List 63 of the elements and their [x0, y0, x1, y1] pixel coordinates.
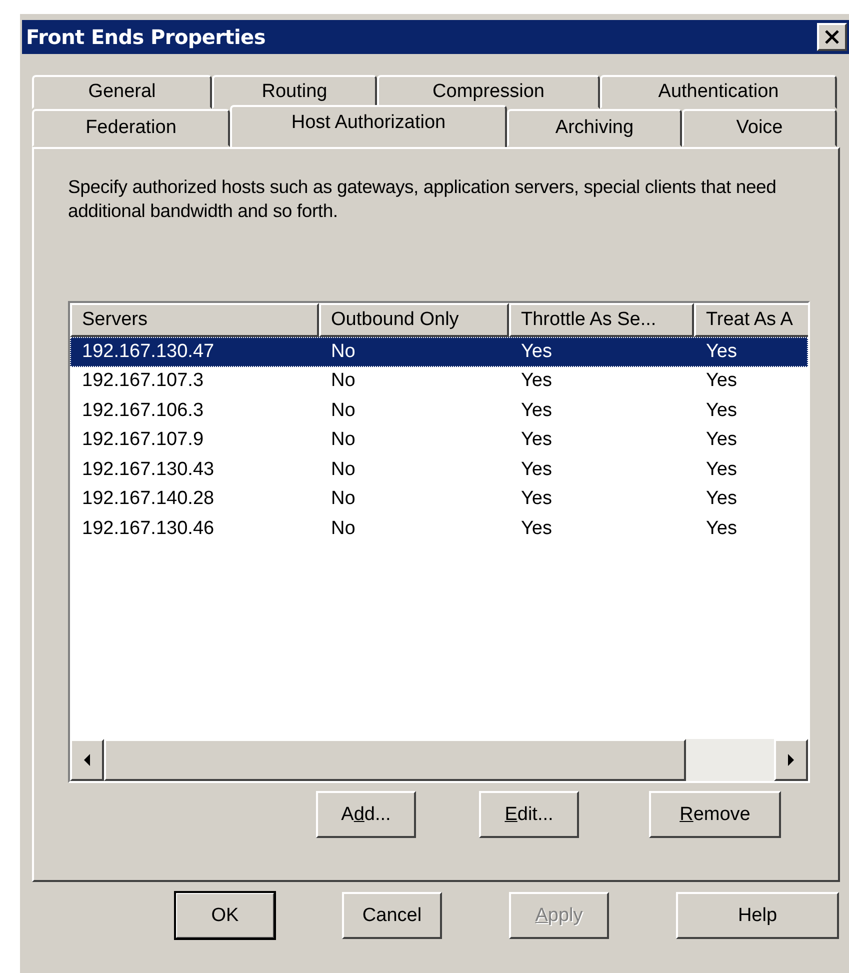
- table-cell-text: Yes: [705, 518, 738, 540]
- table-cell-text: Yes: [520, 340, 553, 363]
- table-cell-text: 192.167.140.28: [81, 488, 216, 510]
- table-row[interactable]: 192.167.107.9 No Yes Yes: [70, 426, 808, 455]
- dialog-button[interactable]: Cancel: [342, 892, 442, 939]
- table-cell-text: Yes: [520, 458, 553, 481]
- dialog-button[interactable]: Help: [676, 892, 839, 939]
- table-cell-text: No: [330, 488, 356, 510]
- table-cell-text: 192.167.107.9: [81, 429, 205, 452]
- window-title: Front Ends Properties: [26, 25, 266, 49]
- table-cell-text: Yes: [705, 370, 738, 392]
- table-cell-text: Yes: [705, 400, 738, 422]
- table-cell-text: No: [330, 340, 356, 363]
- table-cell-text: Yes: [520, 370, 553, 392]
- action-button[interactable]: Add...: [316, 791, 416, 838]
- table-cell-text: No: [330, 518, 356, 540]
- close-button[interactable]: [817, 23, 847, 51]
- column-header[interactable]: Treat As A: [694, 303, 808, 337]
- table-cell-text: Yes: [705, 429, 738, 452]
- table-row[interactable]: 192.167.130.46 No Yes Yes: [70, 514, 808, 544]
- table-row[interactable]: 192.167.106.3 No Yes Yes: [70, 396, 808, 426]
- table-cell-text: No: [330, 370, 356, 392]
- tab[interactable]: Voice: [682, 109, 837, 147]
- table-row[interactable]: 192.167.140.28 No Yes Yes: [70, 484, 808, 514]
- table-cell-text: No: [330, 429, 356, 452]
- table-cell-text: Yes: [705, 488, 738, 510]
- table-cell-text: Yes: [520, 488, 553, 510]
- close-icon: [823, 29, 841, 45]
- table-row[interactable]: 192.167.130.43 No Yes Yes: [70, 455, 808, 484]
- column-header[interactable]: Throttle As Se...: [509, 303, 694, 337]
- table-cell-text: 192.167.130.47: [81, 340, 216, 363]
- table-cell-text: Yes: [520, 518, 553, 540]
- tab[interactable]: Routing: [212, 75, 377, 109]
- action-button[interactable]: Remove: [649, 791, 781, 838]
- table-cell-text: No: [330, 458, 356, 481]
- tab[interactable]: Host Authorization: [230, 105, 507, 147]
- table-row[interactable]: 192.167.130.47 No Yes Yes: [70, 337, 808, 366]
- dialog-button[interactable]: OK: [175, 892, 275, 939]
- description-text: Specify authorized hosts such as gateways, application servers, special clients that need additional bandwidth and so forth.: [68, 175, 778, 223]
- scroll-left-button[interactable]: [70, 739, 104, 781]
- table-row[interactable]: 192.167.107.3 No Yes Yes: [70, 366, 808, 396]
- left-arrow-icon: [83, 754, 91, 766]
- tab[interactable]: Compression: [377, 75, 600, 109]
- tab[interactable]: General: [32, 75, 212, 109]
- scroll-thumb[interactable]: [104, 739, 686, 781]
- table-cell-text: 192.167.130.46: [81, 518, 216, 540]
- table-cell-text: Yes: [520, 429, 553, 452]
- horizontal-scrollbar[interactable]: [70, 739, 808, 781]
- table-cell-text: Yes: [705, 458, 738, 481]
- table-cell-text: 192.167.130.43: [81, 458, 216, 481]
- table-cell-text: Yes: [705, 340, 738, 363]
- right-arrow-icon: [787, 754, 795, 766]
- action-button[interactable]: Edit...: [479, 791, 579, 838]
- tab[interactable]: Authentication: [600, 75, 837, 109]
- table-cell-text: No: [330, 400, 356, 422]
- tab[interactable]: Archiving: [507, 109, 682, 147]
- tab[interactable]: Federation: [32, 109, 230, 147]
- table-cell-text: 192.167.106.3: [81, 400, 205, 422]
- table-cell-text: Yes: [520, 400, 553, 422]
- column-header[interactable]: Outbound Only: [319, 303, 509, 337]
- table-cell-text: 192.167.107.3: [81, 370, 205, 392]
- column-header[interactable]: Servers: [70, 303, 319, 337]
- scroll-right-button[interactable]: [774, 739, 808, 781]
